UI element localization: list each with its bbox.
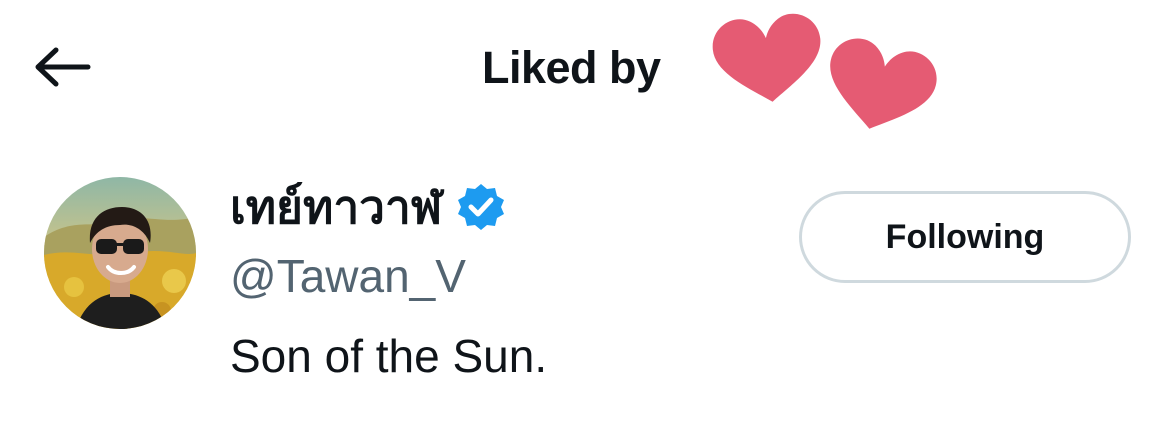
hearts-icon	[706, 0, 946, 140]
user-handle: @Tawan_V	[230, 250, 466, 302]
user-list-item[interactable]: เทย์ทาวาฬ @Tawan_V Son of the Sun. Follo…	[0, 160, 1170, 400]
header-bar: Liked by	[0, 0, 1170, 140]
display-name[interactable]: เทย์ทาวาฬ	[230, 179, 442, 235]
arrow-left-icon	[33, 47, 91, 92]
avatar[interactable]	[44, 177, 196, 329]
display-name-row: เทย์ทาวาฬ	[230, 177, 506, 237]
page-title: Liked by	[482, 42, 661, 93]
following-button[interactable]: Following	[799, 191, 1131, 283]
user-bio: Son of the Sun.	[230, 330, 548, 382]
verified-badge-icon	[456, 182, 506, 232]
back-button[interactable]	[24, 38, 100, 100]
